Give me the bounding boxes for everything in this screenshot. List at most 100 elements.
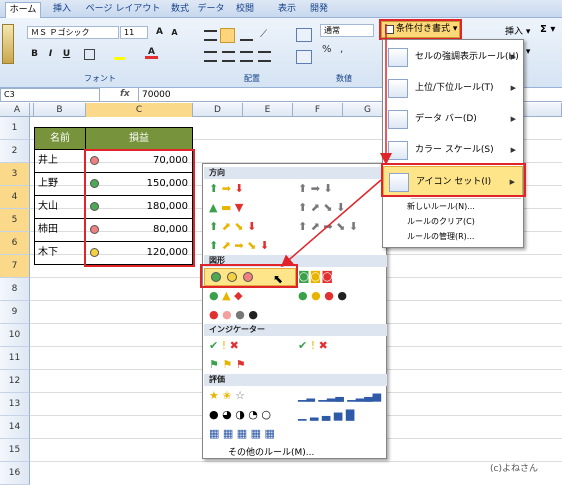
font-group-label: フォント [84,74,116,83]
number-format-select[interactable]: 通常 [320,24,374,37]
name-cell[interactable]: 上野 [34,173,86,196]
flags-icon[interactable]: ⚑ ⚑ ⚑ [209,359,246,370]
watermark: (c)よねさん [490,464,538,474]
row-header-7[interactable]: 7 [0,255,30,278]
row-header-14[interactable]: 14 [0,416,30,439]
name-box[interactable]: C3 [0,88,100,102]
more-rules-link[interactable]: その他のルール(M)... [228,445,314,458]
font-color-button[interactable]: A [145,46,158,59]
fill-color-icon[interactable] [114,49,125,60]
data-bars-item[interactable]: データ バー(D) ▶ [383,104,523,135]
tab-view[interactable]: 表示 [272,2,302,18]
triangles-3-icon[interactable]: ▲ ▬ ▼ [209,202,243,213]
align-left-icon[interactable] [204,51,217,62]
row-header-11[interactable]: 11 [0,347,30,370]
tab-data[interactable]: データ [196,2,226,18]
stars-icon[interactable]: ★ ✬ ☆ [209,390,245,401]
tab-insert[interactable]: 挿入 [46,2,78,18]
symbols-uncircled-icon[interactable]: ✔ ! ✖ [298,340,328,351]
comma-icon[interactable]: , [340,44,353,55]
column-c-header[interactable]: C [86,103,193,117]
column-d-header[interactable]: D [193,103,243,117]
highlight-rules-icon [388,48,408,67]
traffic-lights-4-icon[interactable]: ● ● ● ● [298,290,347,301]
number-group-label: 数値 [336,74,352,83]
arrows-4-gray-icon[interactable]: ⬆ ⬈ ⬊ ⬇ [298,202,345,213]
underline-button[interactable]: U [60,48,73,61]
boxes-icon[interactable]: ▦ ▦ ▦ ▦ ▦ [209,428,275,439]
signs-3-icon[interactable]: ● ▲ ◆ [209,290,243,301]
color-scales-icon [388,141,408,160]
grow-font-button[interactable]: A [153,26,166,39]
fx-button[interactable]: fx [120,89,130,99]
row-header-13[interactable]: 13 [0,393,30,416]
align-bottom-icon[interactable] [240,30,253,41]
tab-home[interactable]: ホーム [5,2,41,18]
wrap-text-icon[interactable] [296,28,312,42]
arrows-5-gray-icon[interactable]: ⬆ ⬈ ➡ ⬊ ⬇ [298,221,358,232]
traffic-lights-highlight-box [200,264,298,288]
arrows-4-icon[interactable]: ⬆ ⬈ ⬊ ⬇ [209,221,256,232]
align-top-icon[interactable] [204,30,217,41]
quarters-icon[interactable]: ● ◕ ◑ ◔ ○ [209,409,271,420]
row-header-2[interactable]: 2 [0,140,30,163]
color-scales-item[interactable]: カラー スケール(S) ▶ [383,135,523,166]
border-icon[interactable] [84,49,95,60]
merge-icon[interactable] [296,50,312,64]
header-profit[interactable]: 損益 [86,127,193,150]
name-cell[interactable]: 大山 [34,196,86,219]
row-header-6[interactable]: 6 [0,232,30,255]
row-header-12[interactable]: 12 [0,370,30,393]
row-header-3[interactable]: 3 [0,163,30,186]
align-right-icon[interactable] [240,51,253,62]
font-name-select[interactable]: ＭＳ Ｐゴシック [27,26,119,39]
column-e-header[interactable]: E [243,103,293,117]
row-header-1[interactable]: 1 [0,117,30,140]
symbols-circled-icon[interactable]: ✔ ! ✖ [209,340,239,351]
highlight-rules-item[interactable]: セルの強調表示ルール(H) ▶ [383,42,523,73]
column-a-label[interactable]: A [0,103,34,117]
bold-button[interactable]: B [28,48,41,61]
row-header-9[interactable]: 9 [0,301,30,324]
row-header-8[interactable]: 8 [0,278,30,301]
italic-button[interactable]: I [44,48,57,61]
indent-icon[interactable] [258,51,271,62]
tab-developer[interactable]: 開発 [304,2,334,18]
align-middle-icon[interactable] [220,28,235,43]
column-f-header[interactable]: F [293,103,343,117]
signal-bars-4-icon[interactable]: ▁▂ ▁▂▃ ▁▂▃▅ [298,390,381,401]
header-name[interactable]: 名前 [34,127,86,150]
tab-review[interactable]: 校閲 [230,2,260,18]
menu-separator [411,198,521,199]
tab-formulas[interactable]: 数式 [164,2,196,18]
autosum-button[interactable]: Σ ▾ [540,24,555,35]
arrows-3-gray-icon[interactable]: ⬆ ➡ ⬇ [298,183,333,194]
top-bottom-rules-item[interactable]: 上位/下位ルール(T) ▶ [383,73,523,104]
data-bars-icon [388,110,408,129]
new-rule-item[interactable]: 新しいルール(N)... [407,201,475,212]
arrows-3-icon[interactable]: ⬆ ➡ ⬇ [209,183,244,194]
manage-rules-item[interactable]: ルールの管理(R)... [407,231,474,242]
traffic-lights-rimmed-icon[interactable]: ◙◙◙ [298,270,333,282]
name-cell[interactable]: 柿田 [34,219,86,242]
insert-cells-button[interactable]: 挿入 ▾ [505,24,530,37]
align-center-icon[interactable] [222,51,235,62]
shrink-font-button[interactable]: A [168,26,181,39]
name-cell[interactable]: 木下 [34,242,86,265]
red-to-black-icon[interactable]: ● ● ● ● [209,309,258,320]
row-header-4[interactable]: 4 [0,186,30,209]
row-header-15[interactable]: 15 [0,439,30,462]
paste-icon[interactable] [2,24,14,64]
name-cell[interactable]: 井上 [34,150,86,173]
signal-bars-5-icon[interactable]: ▁ ▂ ▃ ▅ ▇ [298,409,354,420]
arrows-5-icon[interactable]: ⬆ ⬈ ➡ ⬊ ⬇ [209,240,269,251]
currency-icon[interactable]: % [322,44,335,55]
column-b-header[interactable]: B [34,103,86,117]
font-size-select[interactable]: 11 [120,26,148,39]
row-header-5[interactable]: 5 [0,209,30,232]
clear-rules-item[interactable]: ルールのクリア(C) [407,216,475,227]
row-header-10[interactable]: 10 [0,324,30,347]
orientation-icon[interactable]: ⟋ [260,30,273,41]
tab-page-layout[interactable]: ページ レイアウト [83,2,163,18]
row-header-16[interactable]: 16 [0,462,30,485]
